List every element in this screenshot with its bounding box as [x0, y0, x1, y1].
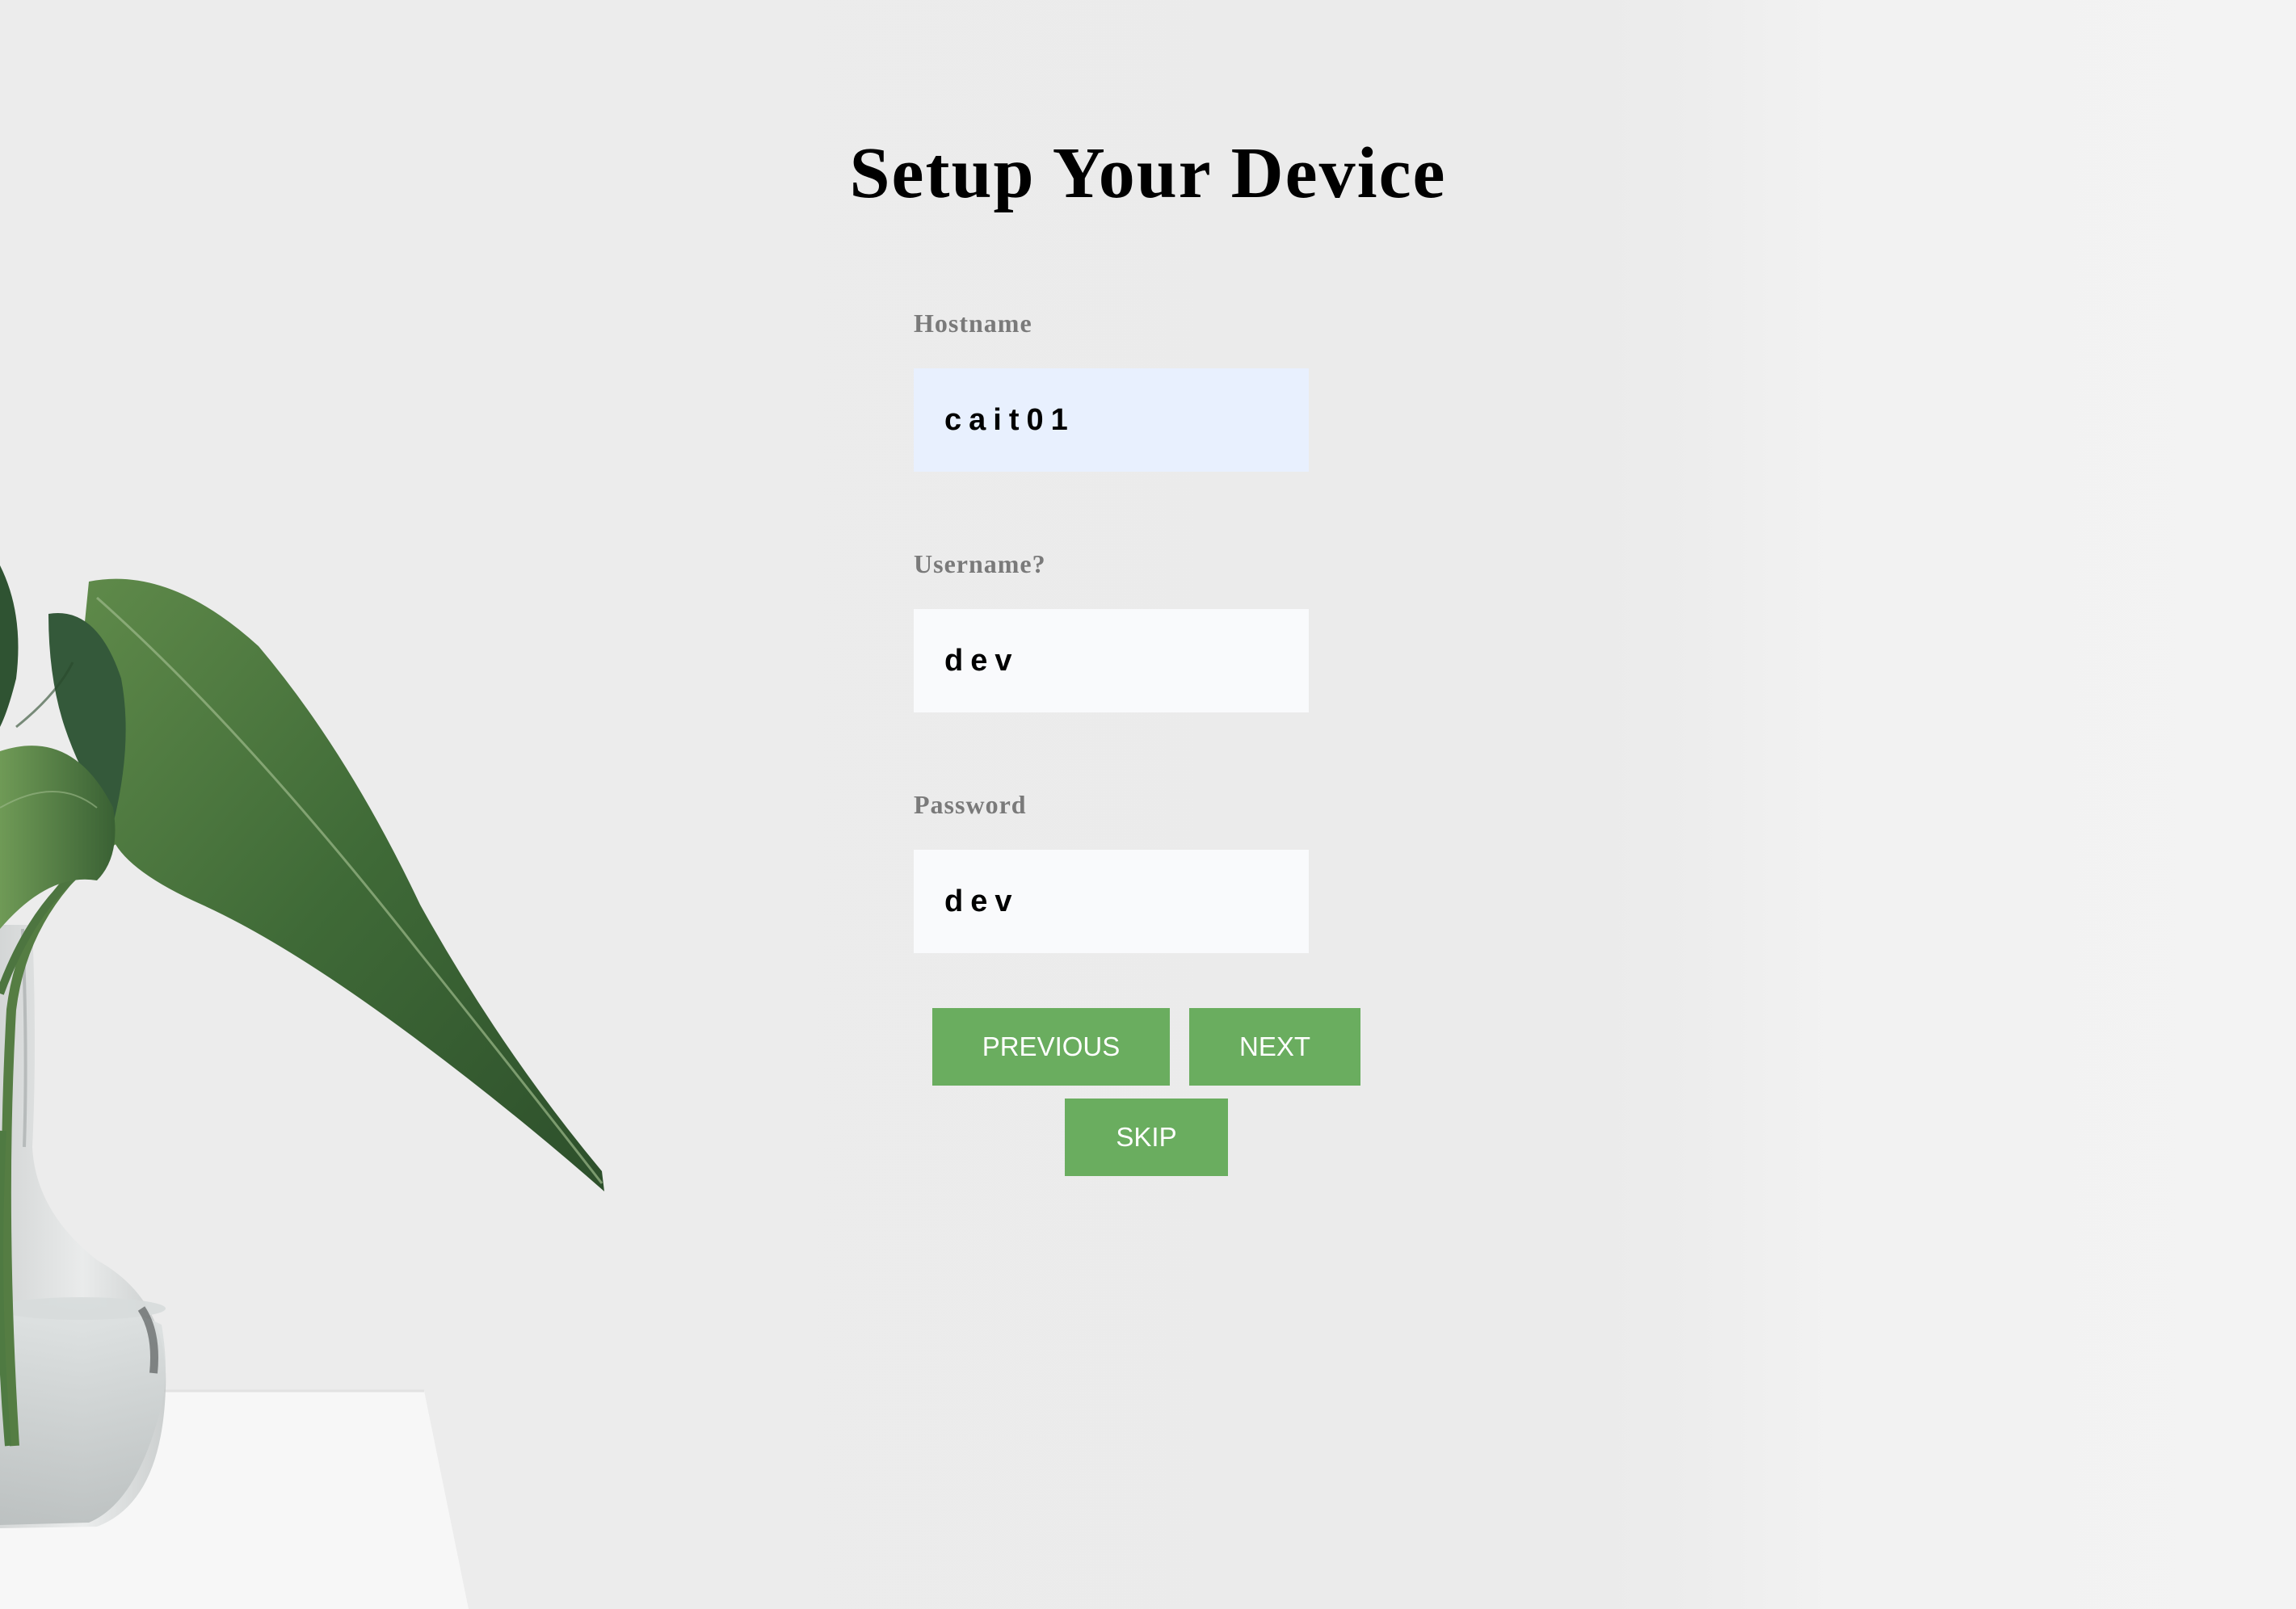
plant-vase-background — [0, 565, 604, 1609]
page-title: Setup Your Device — [849, 133, 1447, 213]
password-label: Password — [914, 790, 1027, 819]
plant-leaf — [80, 578, 604, 1191]
skip-button[interactable]: SKIP — [1065, 1099, 1228, 1176]
username-label: Username? — [914, 549, 1046, 578]
hostname-label: Hostname — [914, 309, 1032, 338]
password-input[interactable] — [914, 850, 1309, 953]
hostname-input[interactable] — [914, 368, 1309, 472]
next-button[interactable]: NEXT — [1189, 1008, 1360, 1086]
previous-button[interactable]: PREVIOUS — [932, 1008, 1170, 1086]
username-input[interactable] — [914, 609, 1309, 712]
